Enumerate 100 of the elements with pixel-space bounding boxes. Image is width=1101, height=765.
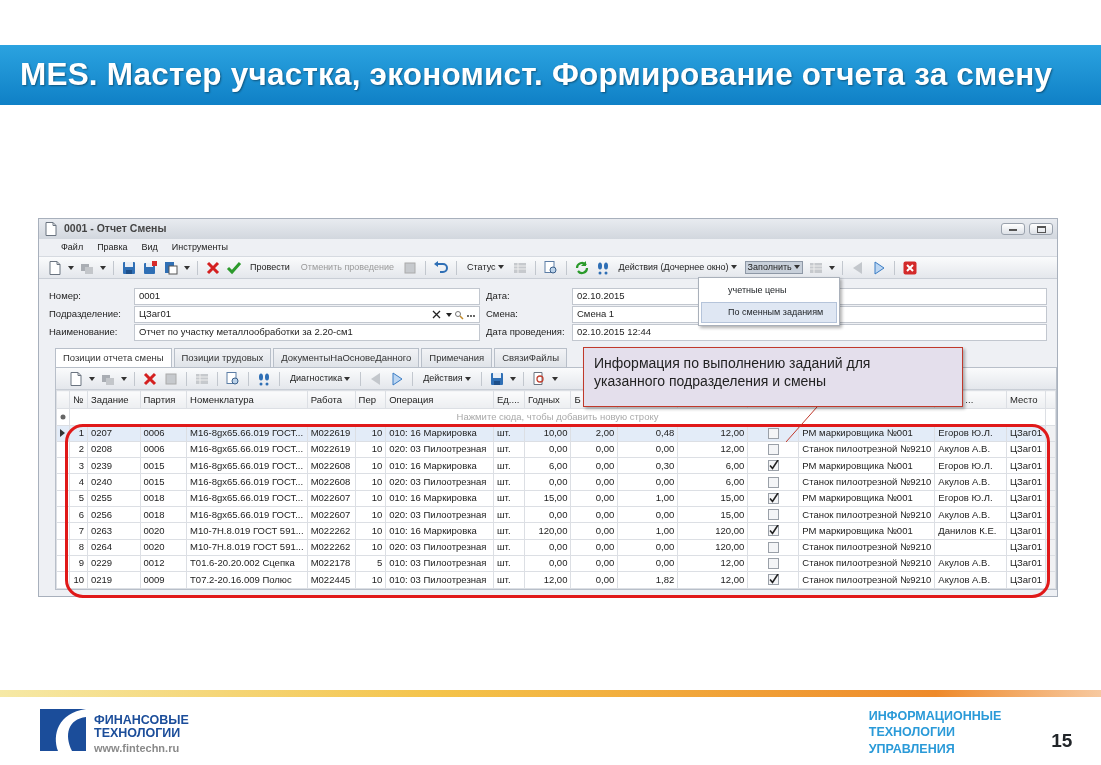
- tagline-text: УПРАВЛЕНИЯ: [868, 740, 956, 757]
- table-cell: М022607: [307, 490, 356, 507]
- field-label: Смена:: [486, 307, 519, 322]
- table-cell: М16-8gx65.66.019 ГОСТ...: [186, 506, 308, 523]
- table-cell: М022607: [307, 506, 356, 523]
- table-cell: М16-8gx65.66.019 ГОСТ...: [186, 490, 308, 507]
- slide-title: MES. Мастер участка, экономист. Формирование отчета за смену: [20, 55, 1053, 95]
- table-cell: 5: [69, 490, 88, 507]
- table-cell: 010: 16 Маркировка: [385, 457, 494, 474]
- table-cell: М022178: [307, 555, 356, 572]
- table-cell: 0,00: [617, 441, 678, 458]
- table-cell: Акулов А.В.: [934, 571, 1007, 588]
- table-cell: М022445: [307, 571, 356, 588]
- table-cell: Станок пилоотрезной №9210: [798, 441, 935, 458]
- table-cell: 0239: [87, 457, 140, 474]
- table-cell: М16-8gx65.66.019 ГОСТ...: [186, 473, 308, 491]
- table-cell: М16-8gx65.66.019 ГОСТ...: [186, 441, 308, 458]
- table-cell: 0,00: [524, 473, 571, 491]
- table-cell: 0,00: [524, 555, 571, 572]
- table-cell: 10: [355, 473, 386, 491]
- table-cell: 15,00: [677, 506, 748, 523]
- table-cell: 120,00: [524, 522, 571, 540]
- table-cell: ЦЗаг01: [1006, 522, 1046, 540]
- table-cell: ЦЗаг01: [1006, 473, 1046, 491]
- table-cell: 120,00: [677, 539, 748, 556]
- table-cell: 0255: [87, 490, 140, 507]
- field-label: Дата:: [486, 289, 511, 304]
- table-cell: 0219: [87, 571, 140, 588]
- table-cell: Станок пилоотрезной №9210: [798, 555, 935, 572]
- table-cell: 4: [69, 473, 88, 491]
- table-cell: 010: 03 Пилоотрезная: [385, 555, 494, 572]
- table-cell: 0,00: [617, 555, 678, 572]
- tagline-text: ИНФОРМАЦИОННЫЕ: [868, 708, 1002, 725]
- table-cell: 0018: [140, 490, 187, 507]
- table-cell: М022262: [307, 539, 356, 556]
- table-cell: 1,82: [617, 571, 678, 588]
- table-cell: 0,00: [617, 539, 678, 556]
- table-cell: Егоров Ю.Л.: [934, 490, 1007, 507]
- table-cell: ЦЗаг01: [1006, 457, 1046, 474]
- table-cell: 0240: [87, 473, 140, 491]
- table-cell: Данилов К.Е.: [934, 522, 1007, 540]
- table-cell: 8: [69, 539, 88, 556]
- table-cell: 0020: [140, 522, 187, 540]
- table-cell: Станок пилоотрезной №9210: [798, 506, 935, 523]
- table-cell: 020: 03 Пилоотрезная: [385, 539, 494, 556]
- table-cell: 0,00: [570, 457, 618, 474]
- table-cell: 12,00: [524, 571, 571, 588]
- table-cell: 6,00: [677, 457, 748, 474]
- table-cell: Акулов А.В.: [934, 555, 1007, 572]
- callout-text: Информация по выполнению заданий для указанного подразделения и смены: [594, 354, 872, 391]
- table-cell: 6,00: [677, 473, 748, 491]
- table-cell: 0,30: [617, 457, 678, 474]
- field-label: Номер:: [49, 289, 82, 304]
- field-label: Наименование:: [49, 325, 119, 340]
- table-cell: Егоров Ю.Л.: [934, 457, 1007, 474]
- table-cell: 0256: [87, 506, 140, 523]
- table-cell: шт.: [493, 506, 525, 523]
- table-cell: 10: [355, 506, 386, 523]
- table-cell: Т07.2-20.16.009 Полюс: [186, 571, 308, 588]
- table-cell: шт.: [493, 555, 525, 572]
- table-cell: М022619: [307, 441, 356, 458]
- table-cell: 0264: [87, 539, 140, 556]
- table-cell: 010: 16 Маркировка: [385, 490, 494, 507]
- table-cell: 0,00: [570, 473, 618, 491]
- table-cell: 020: 03 Пилоотрезная: [385, 473, 494, 491]
- company-name: ТЕХНОЛОГИИ: [94, 727, 182, 741]
- table-cell: 0,00: [570, 539, 618, 556]
- table-cell: 10: [355, 539, 386, 556]
- table-cell: 10: [355, 571, 386, 588]
- table-cell: 0,00: [617, 506, 678, 523]
- table-cell: шт.: [493, 473, 525, 491]
- table-cell: 0009: [140, 571, 187, 588]
- table-cell: 10: [355, 457, 386, 474]
- table-cell: шт.: [493, 539, 525, 556]
- table-cell: 10: [355, 441, 386, 458]
- table-cell: М022608: [307, 473, 356, 491]
- table-cell: 0,00: [524, 441, 571, 458]
- table-cell: Акулов А.В.: [934, 506, 1007, 523]
- field-label: Дата проведения:: [486, 325, 566, 340]
- table-cell: Станок пилоотрезной №9210: [798, 571, 935, 588]
- table-cell: шт.: [493, 441, 525, 458]
- table-cell: М16-8gx65.66.019 ГОСТ...: [186, 457, 308, 474]
- tagline-text: ТЕХНОЛОГИИ: [868, 724, 957, 741]
- table-cell: ЦЗаг01: [1006, 506, 1046, 523]
- table-cell: 0020: [140, 539, 187, 556]
- table-cell: 0,00: [570, 555, 618, 572]
- table-cell: 0,00: [570, 522, 618, 540]
- table-cell: РМ маркировщика №001: [798, 457, 935, 474]
- table-cell: 6,00: [524, 457, 571, 474]
- field-value: ЦЗаг01: [139, 307, 173, 322]
- table-cell: 010: 03 Пилоотрезная: [385, 571, 494, 588]
- table-cell: 1,00: [617, 522, 678, 540]
- table-cell: 12,00: [677, 555, 748, 572]
- table-cell: 0,00: [570, 441, 618, 458]
- table-cell: 12,00: [677, 441, 748, 458]
- table-cell: Акулов А.В.: [934, 473, 1007, 491]
- table-cell: 0015: [140, 457, 187, 474]
- table-cell: ЦЗаг01: [1006, 571, 1046, 588]
- table-cell: 15,00: [524, 490, 571, 507]
- table-cell: 15,00: [677, 490, 748, 507]
